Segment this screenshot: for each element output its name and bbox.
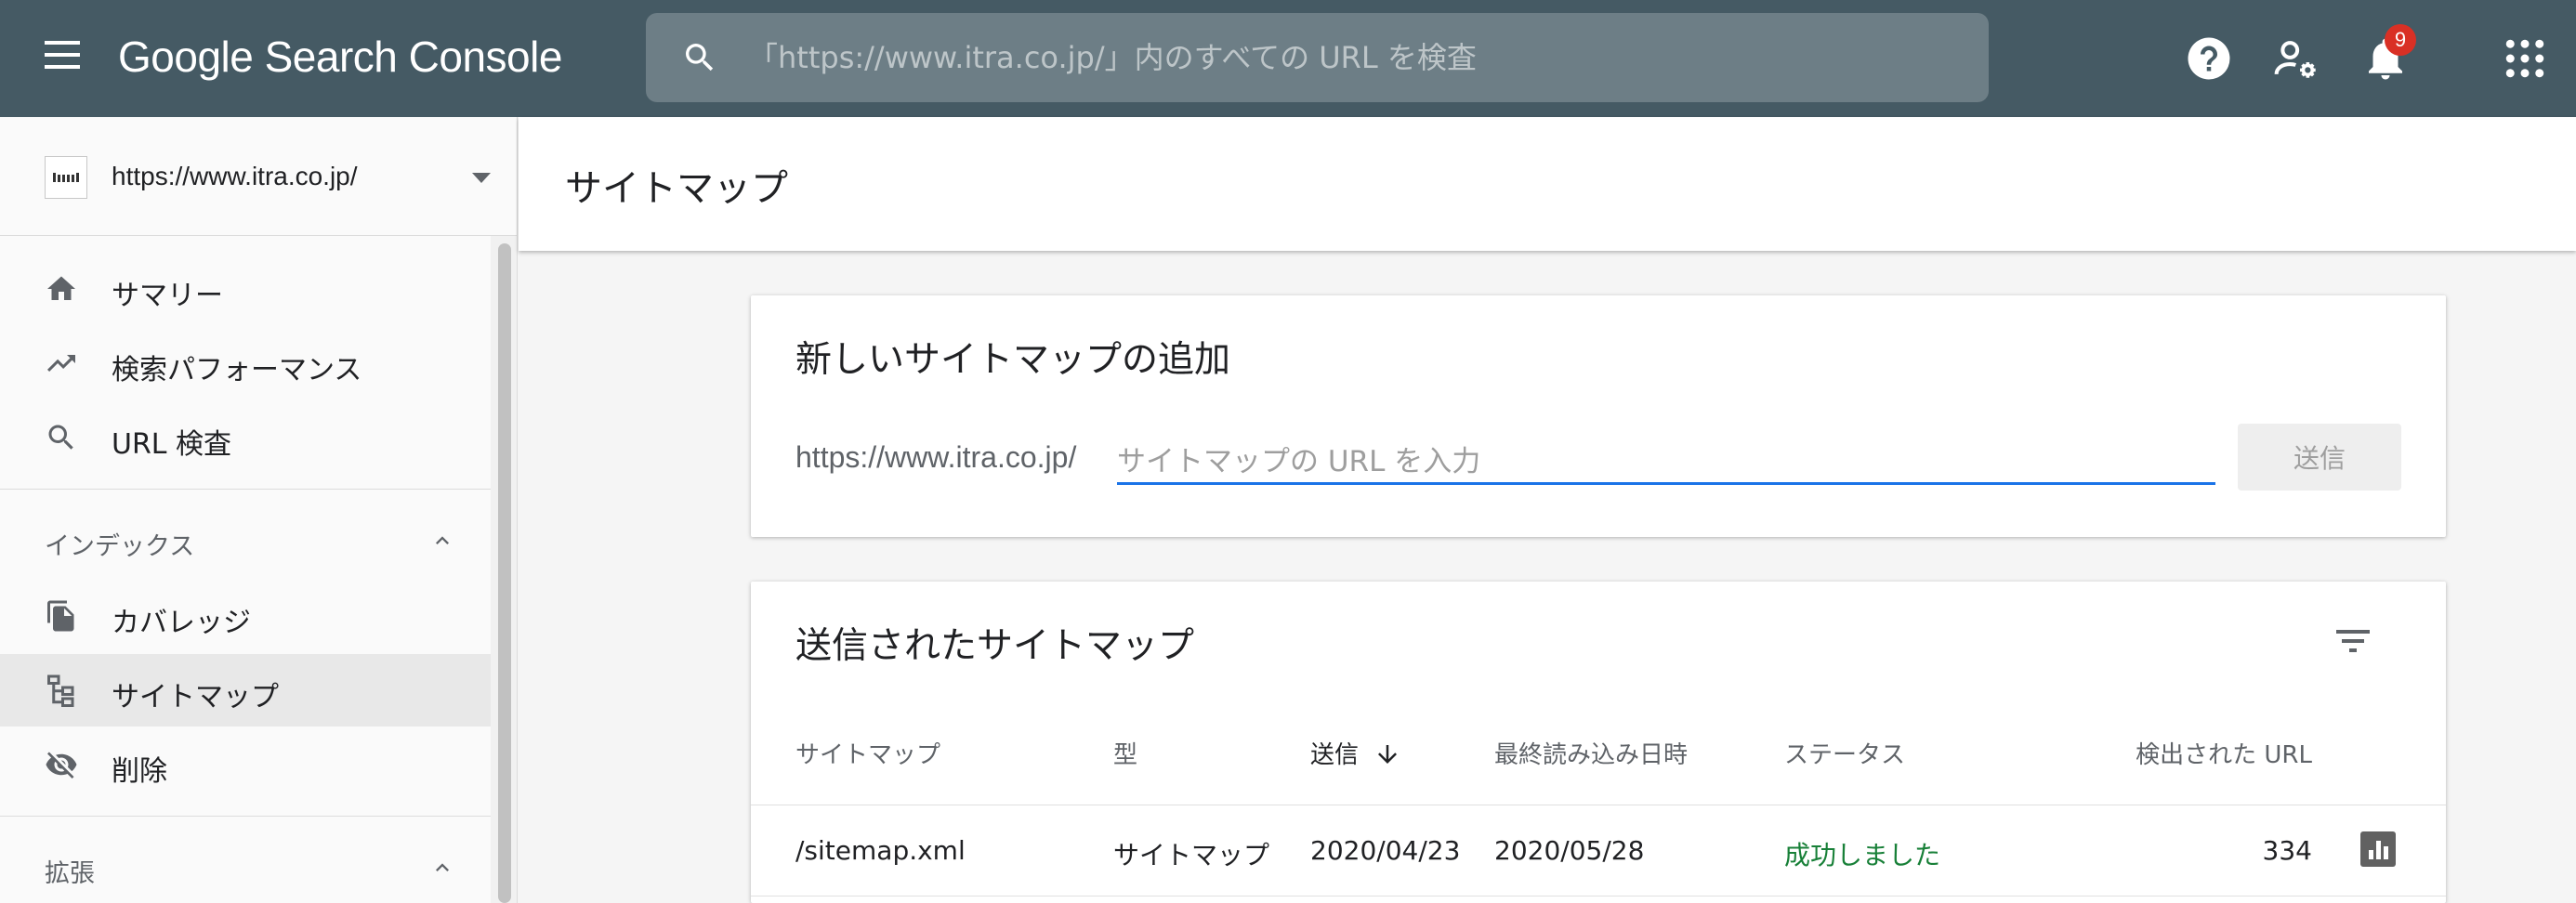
copy-icon: [47, 600, 74, 632]
home-icon: [47, 276, 75, 300]
property-favicon-icon: [45, 156, 87, 199]
submitted-sitemaps-card: 送信されたサイトマップ サイトマップ 型 送信 最終読み込み日時 ステータス 検…: [751, 582, 2446, 903]
column-header-discovered-urls[interactable]: 検出された URL: [2136, 736, 2312, 770]
visibility-off-icon: [46, 752, 77, 779]
column-header-status[interactable]: ステータス: [1784, 736, 1905, 770]
sidebar: https://www.itra.co.jp/ サマリー 検索パフォーマンス U…: [0, 117, 518, 903]
sidebar-item-sitemaps[interactable]: サイトマップ: [0, 654, 491, 726]
search-icon: [48, 425, 73, 450]
sidebar-item-label: 削除: [112, 755, 167, 788]
bar-chart-icon[interactable]: [2360, 831, 2396, 867]
page-header: サイトマップ: [519, 117, 2576, 251]
sidebar-item-summary[interactable]: サマリー: [0, 253, 491, 325]
sidebar-item-label: カバレッジ: [112, 607, 251, 639]
column-header-submitted[interactable]: 送信: [1310, 736, 1401, 770]
sidebar-item-performance[interactable]: 検索パフォーマンス: [0, 327, 491, 399]
divider: [0, 816, 491, 817]
add-sitemap-title: 新しいサイトマップの追加: [795, 339, 1231, 381]
manage-users-icon[interactable]: [2271, 33, 2321, 84]
section-label: 拡張: [45, 859, 95, 888]
sidebar-item-label: 検索パフォーマンス: [112, 354, 362, 386]
sitemap-icon: [47, 674, 74, 707]
property-url: https://www.itra.co.jp/: [112, 162, 358, 190]
trending-up-icon: [47, 355, 75, 372]
sitemap-url-prefix: https://www.itra.co.jp/: [795, 440, 1077, 474]
notification-badge: 9: [2385, 24, 2416, 56]
divider: [0, 489, 491, 490]
sidebar-item-url-inspection[interactable]: URL 検査: [0, 401, 491, 474]
sidebar-item-coverage[interactable]: カバレッジ: [0, 580, 491, 652]
search-icon: [686, 44, 714, 72]
menu-icon[interactable]: [45, 41, 82, 76]
column-header-submitted-label: 送信: [1310, 741, 1360, 769]
sidebar-item-removals[interactable]: 削除: [0, 728, 491, 801]
sidebar-scrollbar-thumb[interactable]: [498, 243, 511, 903]
sidebar-item-label: サマリー: [112, 280, 223, 312]
cell-last-read: 2020/05/28: [1494, 835, 1645, 866]
section-label: インデックス: [45, 532, 195, 561]
cell-submitted: 2020/04/23: [1310, 835, 1461, 866]
sidebar-item-label: URL 検査: [112, 428, 232, 461]
column-header-last-read[interactable]: 最終読み込み日時: [1494, 736, 1688, 770]
search-input[interactable]: [748, 33, 1956, 82]
property-selector[interactable]: https://www.itra.co.jp/: [0, 117, 517, 236]
top-bar: Google Search Console 9: [0, 0, 2576, 117]
search-box[interactable]: [646, 13, 1989, 102]
dropdown-arrow-icon: [472, 173, 491, 183]
cell-discovered-urls: 334: [2262, 835, 2312, 866]
chevron-up-icon: [436, 863, 449, 871]
table-row[interactable]: /sitemap.xml サイトマップ 2020/04/23 2020/05/2…: [751, 805, 2446, 896]
app-title[interactable]: Google Search Console: [118, 32, 562, 82]
cell-type: サイトマップ: [1113, 840, 1270, 870]
column-header-type[interactable]: 型: [1113, 736, 1137, 770]
submitted-sitemaps-title: 送信されたサイトマップ: [795, 625, 1195, 667]
arrow-down-icon: [1378, 745, 1398, 764]
cell-status: 成功しました: [1784, 840, 1941, 870]
apps-grid-icon[interactable]: [2500, 33, 2550, 84]
sidebar-item-label: サイトマップ: [112, 681, 279, 713]
cell-sitemap: /sitemap.xml: [795, 835, 966, 866]
sitemap-url-input[interactable]: [1117, 435, 2215, 485]
filter-icon[interactable]: [2331, 619, 2375, 663]
section-enhancements[interactable]: 拡張: [0, 831, 491, 903]
submit-button[interactable]: 送信: [2238, 424, 2401, 491]
add-sitemap-card: 新しいサイトマップの追加 https://www.itra.co.jp/ 送信: [751, 295, 2446, 537]
column-header-sitemap[interactable]: サイトマップ: [795, 736, 940, 770]
section-index[interactable]: インデックス: [0, 504, 491, 576]
help-icon[interactable]: [2184, 33, 2234, 84]
chevron-up-icon: [436, 536, 449, 544]
page-title: サイトマップ: [565, 167, 788, 210]
